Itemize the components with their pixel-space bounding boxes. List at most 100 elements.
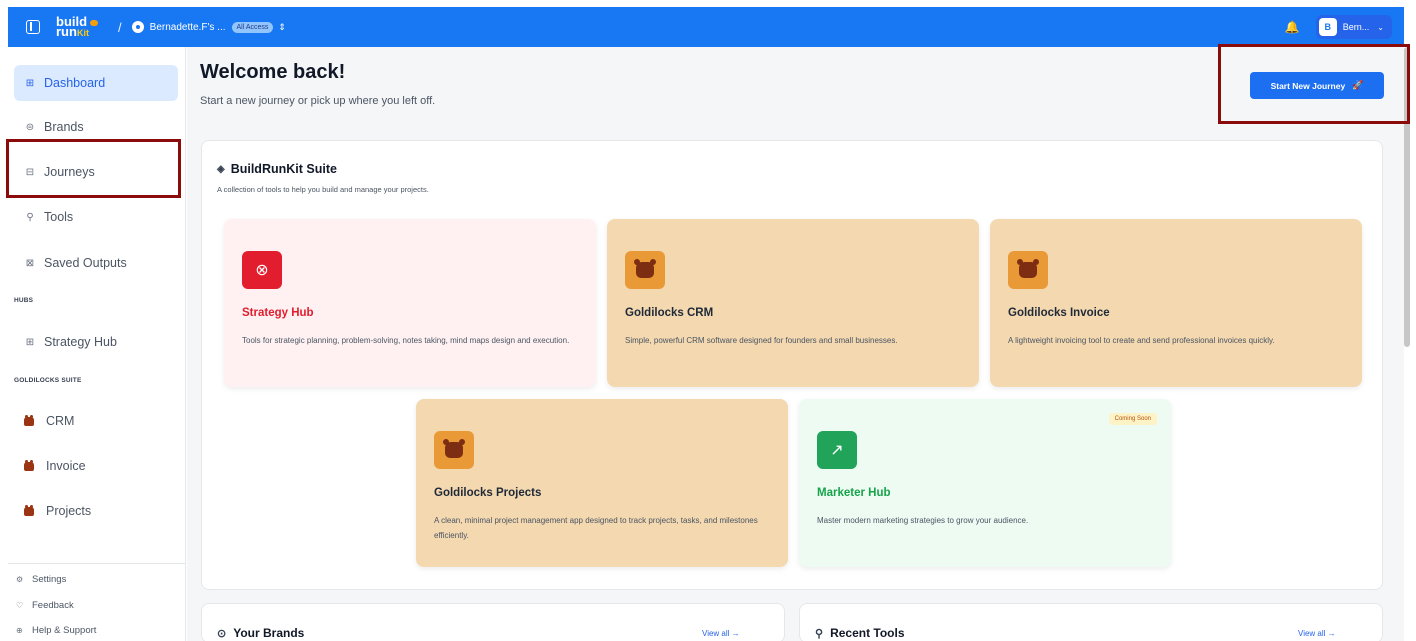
bear-icon [1008,251,1048,289]
sidebar-item-label: CRM [46,414,75,428]
rocket-icon: 🚀 [1352,80,1364,90]
sidebar-item-tools[interactable]: ⚲ Tools [14,199,178,235]
card-description: A clean, minimal project management app … [434,516,758,540]
button-label: Start New Journey [1270,80,1346,91]
logo[interactable]: build runKit [56,15,99,39]
card-goldilocks-invoice[interactable]: Goldilocks Invoice A lightweight invoici… [990,219,1362,387]
card-title: Goldilocks Invoice [1008,307,1110,319]
suite-panel: ◈ BuildRunKit Suite A collection of tool… [201,140,1383,590]
card-description: Master modern marketing strategies to gr… [817,516,1029,525]
tools-view-all-link[interactable]: View all → [1298,629,1336,638]
card-description: A lightweight invoicing tool to create a… [1008,336,1275,345]
top-bar: build runKit / Bernadette.F's ... All Ac… [8,7,1404,47]
card-marketer-hub[interactable]: Coming Soon ↗ Marketer Hub Master modern… [799,399,1171,567]
bear-icon [24,414,34,426]
recent-tools-title: ⚲ Recent Tools [815,626,905,640]
page-subtitle: Start a new journey or pick up where you… [200,95,436,107]
workspace-name[interactable]: Bernadette.F's ... [150,22,226,33]
journeys-icon: ⊟ [25,166,35,178]
sidebar-toggle-icon[interactable] [26,20,40,34]
bear-icon [24,504,34,516]
avatar: B [1318,18,1337,36]
sidebar-divider [8,563,186,564]
user-menu[interactable]: B Bern... ⌄ [1315,15,1392,39]
sidebar-item-dashboard[interactable]: ⊞ Dashboard [14,65,178,101]
app-window: build runKit / Bernadette.F's ... All Ac… [0,0,1416,641]
card-description: Simple, powerful CRM software designed f… [625,336,898,345]
section-label-hubs: HUBS [14,297,34,304]
tools-icon: ⚲ [26,211,34,223]
bear-icon [625,251,665,289]
workspace-switcher-icon[interactable]: ⇕ [278,22,286,33]
card-title: Strategy Hub [242,307,314,319]
saved-outputs-icon: ⊠ [25,257,35,269]
logo-dot-icon [90,19,99,26]
your-brands-panel: ⊙ Your Brands View all → [201,603,785,641]
card-goldilocks-projects[interactable]: Goldilocks Projects A clean, minimal pro… [416,399,788,567]
suite-title-text: BuildRunKit Suite [230,162,337,176]
card-title: Marketer Hub [817,487,891,499]
bear-face-icon [1017,259,1039,278]
card-title: Goldilocks Projects [434,487,542,499]
bear-icon [24,459,34,471]
sidebar-item-projects[interactable]: Projects [14,493,178,529]
card-title: Goldilocks CRM [625,307,714,319]
recent-tools-title-text: Recent Tools [830,626,905,640]
sidebar-item-label: Projects [46,504,92,518]
sidebar-item-saved-outputs[interactable]: ⊠ Saved Outputs [14,245,178,281]
breadcrumb-separator: / [118,19,122,35]
help-icon: ⊕ [16,626,23,635]
section-label-goldilocks: GOLDILOCKS SUITE [14,377,82,384]
footer-label: Settings [32,574,67,585]
card-goldilocks-crm[interactable]: Goldilocks CRM Simple, powerful CRM soft… [607,219,979,387]
chevron-down-icon: ⌄ [1377,22,1384,32]
your-brands-title-text: Your Brands [233,626,305,640]
sidebar-item-label: Journeys [44,165,95,179]
brands-view-all-link[interactable]: View all → [702,629,740,638]
your-brands-title: ⊙ Your Brands [217,626,304,640]
bear-face-icon [443,439,465,458]
card-strategy-hub[interactable]: ⊗ Strategy Hub Tools for strategic plann… [224,219,596,387]
brands-icon: ⊜ [25,121,35,133]
sidebar-item-label: Strategy Hub [44,335,117,349]
scrollbar[interactable] [1404,47,1410,347]
footer-label: Help & Support [32,625,97,636]
suite-subtitle: A collection of tools to help you build … [217,185,429,194]
sidebar-item-label: Dashboard [44,76,106,90]
feedback-icon: ♡ [16,601,24,610]
coming-soon-badge: Coming Soon [1108,413,1157,425]
layers-icon: ◈ [217,163,225,175]
sidebar-item-crm[interactable]: CRM [14,403,178,439]
workspace-icon [131,21,144,33]
main-content: Welcome back! Start a new journey or pic… [187,47,1404,641]
brands-icon: ⊙ [217,627,227,640]
bell-icon[interactable]: 🔔 [1285,20,1300,34]
dashboard-icon: ⊞ [25,77,35,89]
start-new-journey-button[interactable]: Start New Journey 🚀 [1250,72,1384,99]
suite-title: ◈ BuildRunKit Suite [217,162,337,176]
sidebar-item-label: Tools [44,210,74,224]
sidebar-item-strategy-hub[interactable]: ⊞ Strategy Hub [14,324,178,360]
strategy-hub-icon: ⊗ [242,251,282,289]
sidebar-item-help-support[interactable]: ⊕ Help & Support [16,625,96,636]
recent-tools-panel: ⚲ Recent Tools View all → [799,603,1383,641]
page-title: Welcome back! [200,61,346,83]
sidebar: ⊞ Dashboard ⊜ Brands ⊟ Journeys ⚲ Tools … [8,47,186,641]
workspace-badge: All Access [231,21,274,33]
logo-line2: runKit [56,23,89,39]
topbar-right: 🔔 B Bern... ⌄ [1285,15,1392,39]
sidebar-item-journeys[interactable]: ⊟ Journeys [14,154,178,190]
strategy-hub-icon: ⊞ [25,336,35,348]
sidebar-item-label: Saved Outputs [44,256,127,270]
trend-up-icon: ↗ [817,431,857,469]
sidebar-item-settings[interactable]: ⚙ Settings [16,574,66,585]
sidebar-item-label: Brands [44,120,84,134]
gear-icon: ⚙ [16,575,24,584]
card-description: Tools for strategic planning, problem-so… [242,336,570,345]
tools-icon: ⚲ [815,627,824,640]
sidebar-item-invoice[interactable]: Invoice [14,448,178,484]
footer-label: Feedback [32,600,74,611]
sidebar-item-label: Invoice [46,459,86,473]
sidebar-item-brands[interactable]: ⊜ Brands [14,109,178,145]
sidebar-item-feedback[interactable]: ♡ Feedback [16,600,74,611]
